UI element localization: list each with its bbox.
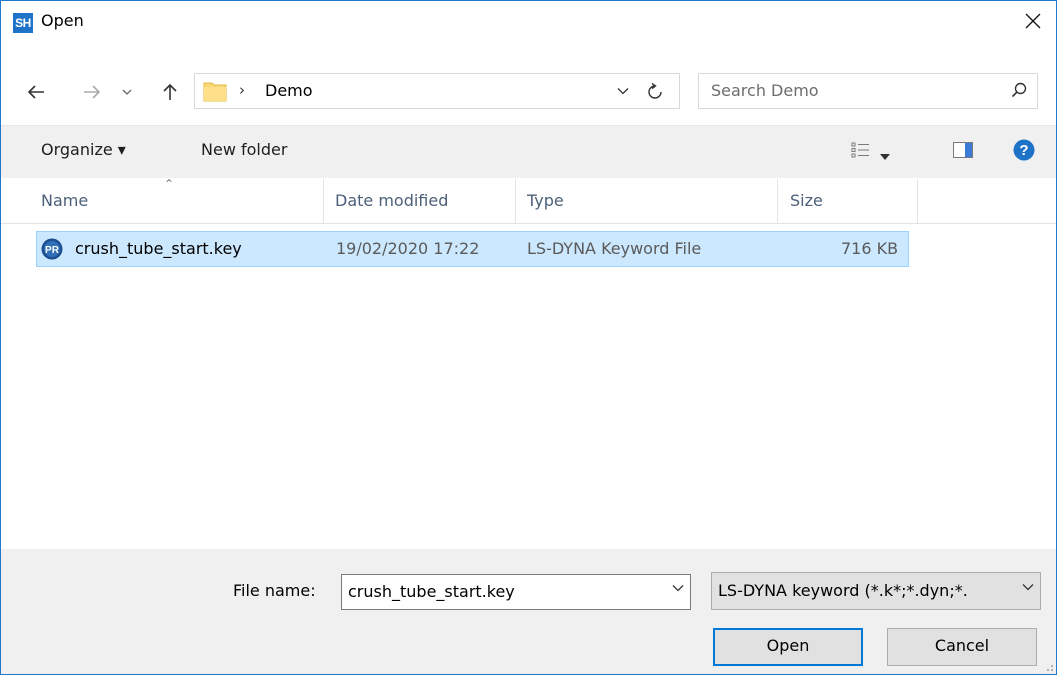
file-size: 716 KB [841,239,899,258]
command-toolbar: Organize ▾ New folder ? [1,125,1056,178]
file-name-input[interactable]: crush_tube_start.key [348,582,515,601]
preview-pane-icon [953,142,973,158]
file-date-modified: 19/02/2020 17:22 [336,239,480,258]
dialog-footer: File name: crush_tube_start.key LS-DYNA … [1,549,1056,674]
recent-locations-button[interactable] [119,78,135,106]
close-icon [1025,13,1041,29]
column-header-size[interactable]: Size [790,191,823,210]
column-divider[interactable] [917,179,918,223]
column-header-type[interactable]: Type [527,191,564,210]
cancel-button[interactable]: Cancel [887,628,1037,666]
close-button[interactable] [1010,1,1056,41]
open-button[interactable]: Open [713,628,863,666]
file-icon-label: PR [45,245,60,256]
navigation-bar: › Demo Search Demo [1,69,1056,115]
dialog-title: Open [41,11,84,30]
file-name-combobox[interactable]: crush_tube_start.key [341,574,691,610]
up-button[interactable] [157,78,183,106]
column-divider[interactable] [777,179,778,223]
file-type-value: LS-DYNA keyword (*.k*;*.dyn;*. [718,581,968,600]
help-button[interactable]: ? [1013,139,1035,165]
search-box[interactable]: Search Demo [698,73,1038,109]
forward-button[interactable] [79,78,105,106]
search-input[interactable]: Search Demo [711,81,819,100]
preview-pane-button[interactable] [953,142,973,162]
details-view-icon [851,142,869,158]
back-arrow-icon [27,85,44,99]
folder-icon [203,82,227,102]
breadcrumb-item[interactable]: Demo [265,81,313,100]
address-bar[interactable]: › Demo [194,73,680,109]
recent-dropdown-icon [122,89,132,95]
sort-ascending-icon: ⌃ [164,177,175,191]
open-file-dialog: SH Open › Demo Search Demo Organize ▾ Ne… [0,0,1057,675]
column-header-name[interactable]: Name [41,191,88,210]
caret-down-icon [880,154,890,160]
refresh-icon [648,83,662,99]
back-button[interactable] [23,78,49,106]
file-type-select[interactable]: LS-DYNA keyword (*.k*;*.dyn;*. [711,572,1041,610]
up-arrow-icon [163,83,177,100]
column-header-date-modified[interactable]: Date modified [335,191,448,210]
file-row[interactable]: PR crush_tube_start.key 19/02/2020 17:22… [36,231,909,267]
help-icon: ? [1013,139,1035,161]
chevron-down-icon[interactable] [672,584,684,592]
svg-text:?: ? [1019,142,1028,159]
view-options-dropdown[interactable] [879,146,891,165]
forward-arrow-icon [84,85,101,99]
column-header-row: ⌃ Name Date modified Type Size [1,177,1056,224]
column-divider[interactable] [515,179,516,223]
refresh-button[interactable] [643,80,667,104]
file-name: crush_tube_start.key [75,239,242,258]
change-view-button[interactable] [851,141,871,163]
new-folder-button[interactable]: New folder [201,140,287,159]
file-type: LS-DYNA Keyword File [527,239,702,258]
breadcrumb-separator: › [239,81,245,99]
organize-menu-button[interactable]: Organize ▾ [41,140,126,159]
resize-grip-icon[interactable] [1044,662,1054,672]
app-logo-icon: SH [13,13,33,33]
search-icon [1011,82,1027,98]
column-divider[interactable] [323,179,324,223]
ls-prepost-file-icon: PR [41,238,63,260]
chevron-down-icon [1022,584,1034,591]
chevron-down-icon [617,88,629,95]
title-bar: SH Open [1,1,1056,41]
address-dropdown-button[interactable] [613,81,633,101]
file-name-label: File name: [233,581,316,600]
